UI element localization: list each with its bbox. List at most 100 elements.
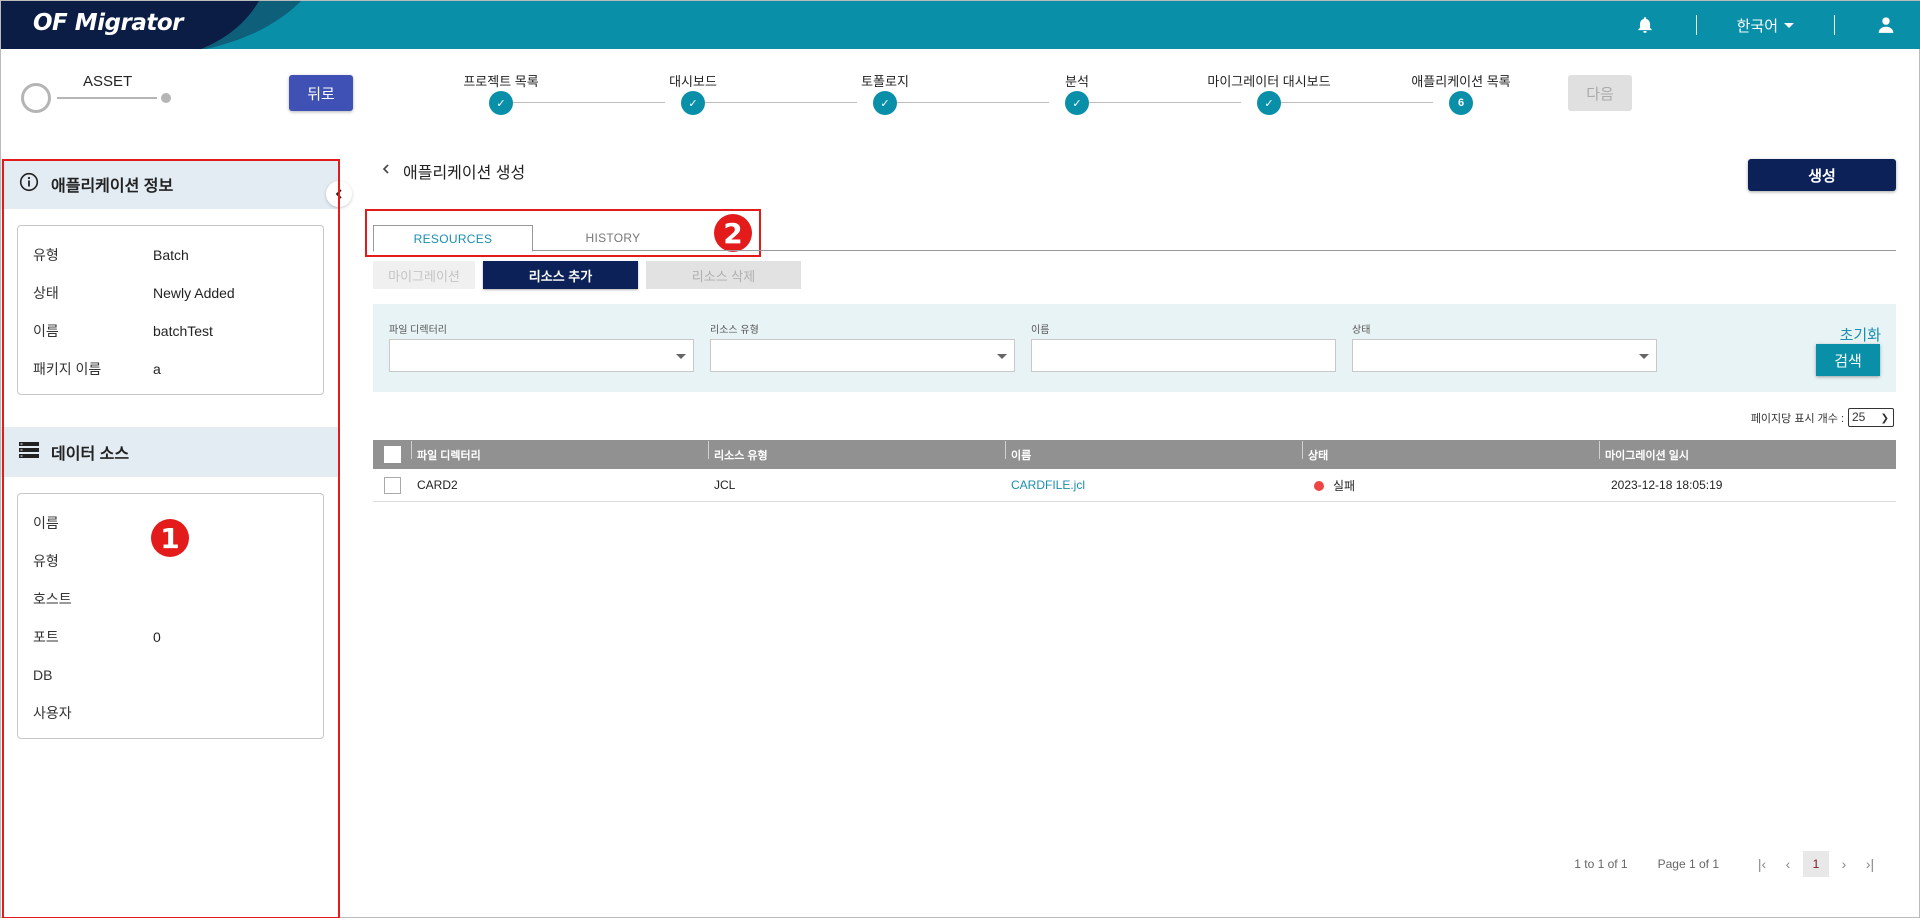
filter-label: 파일 디렉터리 [389,325,447,336]
name-input[interactable] [1031,339,1336,372]
asset-dot [161,93,171,103]
panel-collapse-button[interactable] [326,181,352,207]
first-page-icon[interactable]: |‹ [1749,851,1775,877]
reset-link[interactable]: 초기화 [1840,324,1881,345]
step-dashboard[interactable]: 대시보드 ✓ [613,71,773,115]
prev-page-icon[interactable]: ‹ [1775,851,1801,877]
chevron-left-icon[interactable] [381,162,391,180]
filter-label: 상태 [1352,325,1371,336]
table-row[interactable]: CARD2 JCL CARDFILE.jcl 실패 2023-12-18 18:… [373,469,1896,502]
pagination-summary: 1 to 1 of 1 [1574,857,1628,871]
info-value: Newly Added [153,285,235,301]
caret-down-icon [676,354,686,359]
caret-down-icon [1639,354,1649,359]
ds-row-db: DB [18,656,323,694]
info-key: 패키지 이름 [33,361,102,377]
page-title-text: 애플리케이션 생성 [403,165,526,182]
step-label: 애플리케이션 목록 [1411,74,1511,89]
check-icon: ✓ [873,91,897,115]
info-key: 이름 [33,323,59,339]
filter-panel: 파일 디렉터리 리소스 유형 이름 상태 초기화 검색 [373,304,1896,392]
select-all-checkbox[interactable] [383,446,401,463]
step-application-list[interactable]: 애플리케이션 목록 6 [1381,71,1541,115]
info-key: 유형 [33,553,59,569]
grid-header: 파일 디렉터리 리소스 유형 이름 상태 마이그레이션 일시 [373,440,1896,469]
app-info-box: 유형 Batch 상태 Newly Added 이름 batchTest 패키지 이름… [17,225,324,395]
step-topology[interactable]: 토폴로지 ✓ [805,71,965,115]
pagination: 1 to 1 of 1 Page 1 of 1 |‹ ‹ 1 › ›| [1574,851,1883,877]
search-button[interactable]: 검색 [1816,344,1880,376]
bell-icon[interactable] [1634,14,1656,36]
delete-resource-button: 리소스 삭제 [646,261,801,289]
database-list-icon [19,441,39,464]
step-label: 마이그레이터 대시보드 [1207,74,1331,89]
create-button[interactable]: 생성 [1748,159,1896,191]
file-directory-filter: 파일 디렉터리 [389,321,694,372]
cell-status: 실패 [1302,477,1599,494]
step-label: 분석 [1065,74,1089,89]
tab-history[interactable]: HISTORY [533,225,693,252]
column-header-resource-type[interactable]: 리소스 유형 [708,440,1005,463]
action-buttons: 마이그레이션 리소스 추가 리소스 삭제 [373,261,801,289]
step-project-list[interactable]: 프로젝트 목록 ✓ [421,71,581,115]
step-analysis[interactable]: 분석 ✓ [997,71,1157,115]
info-key: 사용자 [33,705,72,721]
info-key: 이름 [33,515,59,531]
next-button: 다음 [1568,75,1632,111]
last-page-icon[interactable]: ›| [1857,851,1883,877]
per-page-select[interactable]: 25 ❯ [1848,408,1894,427]
caret-down-icon [997,354,1007,359]
header-divider [1834,15,1835,35]
data-source-header: 데이터 소스 [1,427,339,477]
check-icon: ✓ [1257,91,1281,115]
info-value: 0 [153,629,161,645]
ds-row-port: 포트 0 [18,618,323,656]
check-icon: ✓ [1065,91,1089,115]
check-icon: ✓ [681,91,705,115]
chevron-down-icon: ❯ [1880,413,1889,424]
info-row-status: 상태 Newly Added [18,274,323,312]
info-value: batchTest [153,323,213,339]
info-value: Batch [153,247,189,263]
add-resource-button[interactable]: 리소스 추가 [483,261,638,289]
per-page-label: 페이지당 표시 개수 : [1750,412,1844,425]
file-directory-select[interactable] [389,339,694,372]
asset-indicator: ASSET [21,71,181,121]
status-select[interactable] [1352,339,1657,372]
app-info-header: 애플리케이션 정보 [1,159,339,209]
ds-row-host: 호스트 [18,580,323,618]
column-header-file-dir[interactable]: 파일 디렉터리 [411,440,708,463]
column-header-migration-date[interactable]: 마이그레이션 일시 [1599,440,1896,463]
user-icon[interactable] [1875,14,1897,36]
next-page-icon[interactable]: › [1831,851,1857,877]
column-header-name[interactable]: 이름 [1005,440,1302,463]
info-key: 상태 [33,285,59,301]
asset-line [57,97,157,99]
resource-type-filter: 리소스 유형 [710,321,1015,372]
tab-resources[interactable]: RESOURCES [373,225,533,252]
page-title: 애플리케이션 생성 [381,159,525,183]
back-button[interactable]: 뒤로 [289,75,353,111]
language-selector[interactable]: 한국어 [1737,15,1794,36]
data-source-title: 데이터 소스 [51,446,130,463]
step-label: 프로젝트 목록 [463,74,539,89]
check-icon: ✓ [489,91,513,115]
app-logo: OF Migrator [33,10,184,36]
migrate-button: 마이그레이션 [373,261,475,289]
chevron-left-icon [335,189,342,199]
info-key: 포트 [33,629,59,645]
resource-type-select[interactable] [710,339,1015,372]
info-key: DB [33,667,53,683]
resource-grid: 파일 디렉터리 리소스 유형 이름 상태 마이그레이션 일시 CARD2 JCL… [373,440,1896,502]
language-label: 한국어 [1736,17,1778,35]
step-migrator-dashboard[interactable]: 마이그레이터 대시보드 ✓ [1189,71,1349,115]
header-divider [1695,15,1697,35]
page-number-button[interactable]: 1 [1803,851,1829,877]
pagination-page-info: Page 1 of 1 [1657,857,1719,871]
column-header-status[interactable]: 상태 [1302,440,1599,463]
filter-label: 이름 [1031,325,1050,336]
cell-name-link[interactable]: CARDFILE.jcl [1005,478,1302,492]
ds-row-user: 사용자 [18,694,323,732]
status-dot-icon [1314,480,1324,491]
row-checkbox[interactable] [383,476,401,494]
